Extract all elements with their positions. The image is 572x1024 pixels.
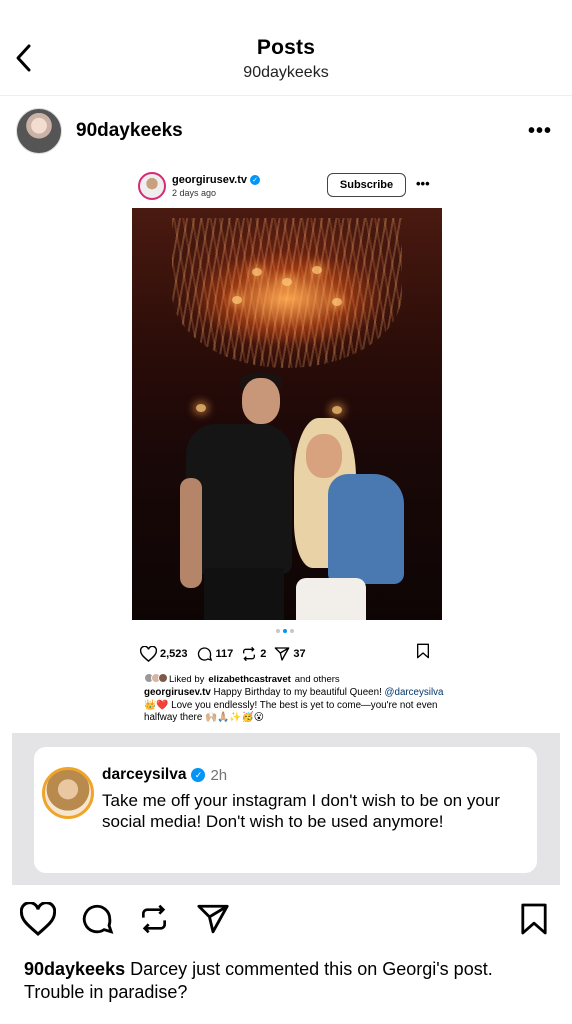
lamp-glow [282,278,292,286]
post-header: 90daykeeks ••• [0,96,572,168]
post-caption: 90daykeeks Darcey just commented this on… [24,958,554,1004]
comment-avatar [42,767,94,819]
embedded-more-icon: ••• [416,176,430,191]
reposts-count: 2 [260,648,267,660]
likes-count: 2,523 [160,648,188,660]
embedded-username-row: georgirusev.tv ✓ [172,174,260,186]
heart-icon [140,646,157,662]
caption-mention: @darceysilva [384,687,444,698]
top-bar: Posts 90daykeeks [0,0,572,96]
repost-icon [243,646,256,662]
embedded-username: georgirusev.tv [172,174,247,186]
comment-card: darceysilva ✓ 2h Take me off your instag… [34,747,537,873]
comment-username: darceysilva [102,766,187,783]
comment-text: Take me off your instagram I don't wish … [102,791,500,831]
avatar[interactable] [16,108,62,154]
lamp-glow [252,268,262,276]
woman-figure [280,418,410,620]
embedded-post-screenshot: georgirusev.tv ✓ 2 days ago Subscribe ••… [126,168,448,734]
bookmark-icon [416,643,429,659]
heart-icon[interactable] [20,902,56,936]
wall-light [332,406,342,414]
post-photo [132,208,442,620]
lamp-glow [332,298,342,306]
caption-username: georgirusev.tv [144,687,211,698]
comment-icon [197,647,212,662]
comment-time: 2h [210,766,228,784]
carousel-dots [276,629,294,633]
liked-avatars [144,673,168,686]
repost-icon[interactable] [138,902,170,936]
verified-icon: ✓ [250,175,260,185]
caption-line2: Love you endlessly! The best is yet to c… [144,699,438,724]
liked-user: elizabethcastravet [208,674,291,685]
verified-icon: ✓ [191,768,206,782]
caption-line1: Happy Birthday to my beautiful Queen! [213,687,382,698]
lamp-glow [232,296,242,304]
embedded-actions: 2,523 117 2 37 [140,643,440,665]
comment-header: darceysilva ✓ 2h [102,766,227,784]
caption-emoji1: 👑❤️ [144,699,169,711]
liked-prefix: Liked by [169,674,205,685]
caption-emoji2: 🙌🏼🙏🏼✨🥳😮 [205,712,265,723]
shares-count: 37 [293,648,306,660]
share-icon[interactable] [196,902,230,936]
page-title: Posts [256,36,316,59]
subscribe-button: Subscribe [327,173,406,197]
bookmark-icon[interactable] [520,902,548,936]
embedded-avatar [138,172,166,200]
embedded-caption: georgirusev.tv Happy Birthday to my beau… [144,687,444,725]
lamp-glow [312,266,322,274]
comment-icon[interactable] [80,902,114,936]
liked-suffix: and others [294,674,340,685]
embedded-time: 2 days ago [172,188,217,198]
page-subtitle: 90daykeeks [243,64,329,81]
caption-username[interactable]: 90daykeeks [24,959,125,979]
chandelier [172,218,402,368]
post-username[interactable]: 90daykeeks [76,120,183,142]
post-actions [0,900,572,946]
liked-by-row: Liked by elizabethcastravet and others [144,673,340,686]
more-options-icon[interactable]: ••• [528,120,552,143]
man-figure [180,368,292,620]
share-icon [275,647,290,661]
comments-count: 117 [215,648,234,660]
